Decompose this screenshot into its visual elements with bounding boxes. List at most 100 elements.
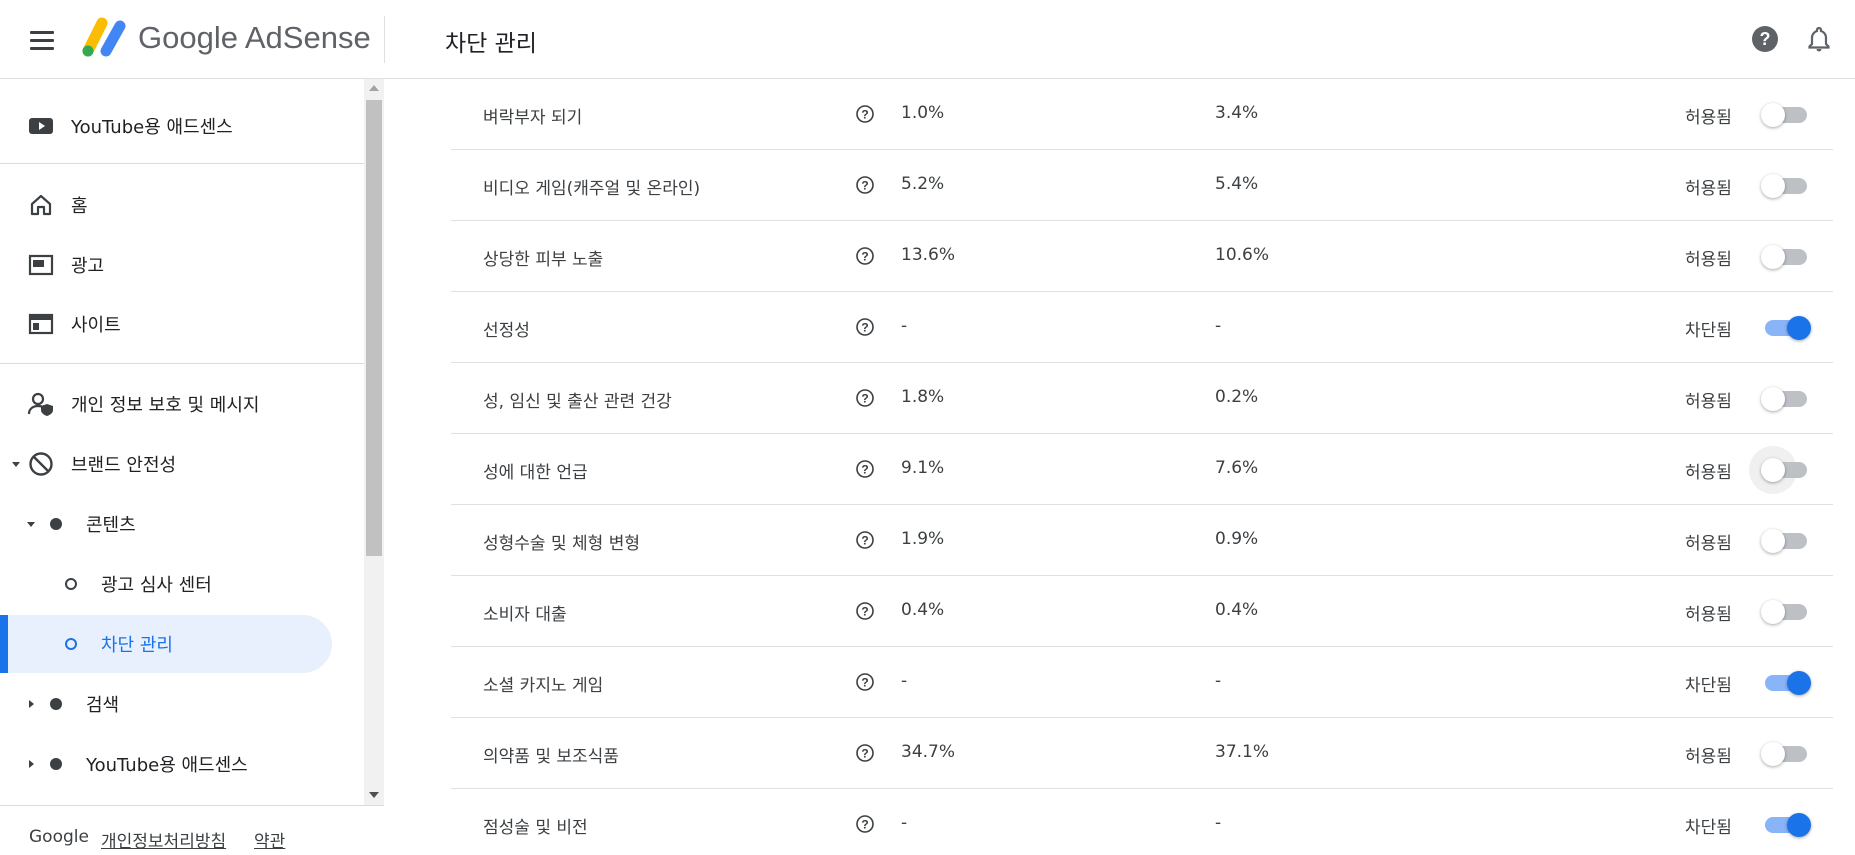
question-icon[interactable]: ? bbox=[855, 388, 875, 408]
scroll-down-arrow-icon[interactable] bbox=[369, 792, 379, 798]
allow-block-toggle[interactable] bbox=[1761, 162, 1811, 208]
sidebar-item-ad-review-center[interactable]: 광고 심사 센터 bbox=[0, 555, 332, 613]
svg-text:?: ? bbox=[861, 179, 868, 193]
sidebar: YouTube용 애드센스 홈 광고 사이트 개인 정보 보호 및 메시지 브랜… bbox=[0, 79, 384, 855]
top-app-bar: Google AdSense 차단 관리 ? bbox=[0, 0, 1855, 79]
sidebar-item-label: 광고 심사 센터 bbox=[101, 575, 212, 596]
value-1: - bbox=[901, 813, 908, 833]
value-1: - bbox=[901, 316, 908, 336]
sidebar-item-brand-safety[interactable]: 브랜드 안전성 bbox=[0, 435, 332, 493]
question-icon[interactable]: ? bbox=[855, 743, 875, 763]
category-name: 상당한 피부 노출 bbox=[483, 250, 604, 270]
caret-down-icon bbox=[12, 462, 20, 467]
sidebar-item-home[interactable]: 홈 bbox=[0, 176, 332, 234]
bell-icon[interactable] bbox=[1804, 24, 1834, 54]
table-row: 상당한 피부 노출 ? 13.6% 10.6% 허용됨 bbox=[451, 221, 1833, 292]
value-1: - bbox=[901, 671, 908, 691]
sidebar-divider bbox=[0, 163, 364, 164]
ads-icon bbox=[27, 251, 55, 279]
table-row: 성, 임신 및 출산 관련 건강 ? 1.8% 0.2% 허용됨 bbox=[451, 363, 1833, 434]
question-icon[interactable]: ? bbox=[855, 104, 875, 124]
category-name: 소비자 대출 bbox=[483, 605, 567, 625]
privacy-policy-link[interactable]: 개인정보처리방침 bbox=[101, 827, 226, 852]
caret-down-icon bbox=[27, 522, 35, 527]
question-icon[interactable]: ? bbox=[855, 814, 875, 834]
category-name: 벼락부자 되기 bbox=[483, 108, 583, 128]
page-title: 차단 관리 bbox=[445, 31, 537, 57]
help-icon[interactable]: ? bbox=[1750, 24, 1780, 54]
value-2: - bbox=[1215, 671, 1222, 691]
menu-icon-bar bbox=[30, 46, 54, 50]
header-divider bbox=[384, 16, 385, 63]
bullet-dot-icon bbox=[42, 510, 70, 538]
table-row: 소셜 카지노 게임 ? - - 차단됨 bbox=[451, 647, 1833, 718]
question-icon[interactable]: ? bbox=[855, 246, 875, 266]
value-2: 0.9% bbox=[1215, 529, 1259, 549]
allow-block-toggle[interactable] bbox=[1749, 446, 1811, 494]
sidebar-item-blocking-controls[interactable]: 차단 관리 bbox=[0, 615, 332, 673]
blocking-table: 벼락부자 되기 ? 1.0% 3.4% 허용됨 비디오 게임(캐주얼 및 온라인… bbox=[385, 79, 1855, 855]
bullet-ring-icon bbox=[57, 630, 85, 658]
sidebar-item-sites[interactable]: 사이트 bbox=[0, 295, 332, 353]
caret-right-icon bbox=[29, 760, 34, 768]
terms-link[interactable]: 약관 bbox=[254, 827, 285, 852]
sidebar-item-ads[interactable]: 광고 bbox=[0, 236, 332, 294]
category-name: 점성술 및 비전 bbox=[483, 818, 588, 838]
allow-block-toggle[interactable] bbox=[1761, 801, 1811, 847]
sidebar-item-privacy-messaging[interactable]: 개인 정보 보호 및 메시지 bbox=[0, 375, 332, 433]
allow-block-toggle[interactable] bbox=[1761, 91, 1811, 137]
allow-block-toggle[interactable] bbox=[1761, 304, 1811, 350]
category-name: 성, 임신 및 출산 관련 건강 bbox=[483, 392, 672, 412]
question-icon[interactable]: ? bbox=[855, 459, 875, 479]
bullet-dot-icon bbox=[42, 690, 70, 718]
category-name: 성에 대한 언급 bbox=[483, 463, 588, 483]
sidebar-item-search[interactable]: 검색 bbox=[0, 675, 332, 733]
value-1: 0.4% bbox=[901, 600, 945, 620]
svg-text:?: ? bbox=[861, 392, 868, 406]
menu-button[interactable] bbox=[24, 22, 60, 58]
status-label: 차단됨 bbox=[1685, 321, 1732, 341]
sidebar-item-youtube-adsense[interactable]: YouTube용 애드센스 bbox=[0, 735, 332, 793]
question-icon[interactable]: ? bbox=[855, 317, 875, 337]
svg-text:?: ? bbox=[861, 605, 868, 619]
sidebar-item-label: 홈 bbox=[71, 196, 88, 217]
value-2: 0.4% bbox=[1215, 600, 1259, 620]
value-2: - bbox=[1215, 316, 1222, 336]
value-1: 9.1% bbox=[901, 458, 945, 478]
question-icon[interactable]: ? bbox=[855, 175, 875, 195]
allow-block-toggle[interactable] bbox=[1761, 659, 1811, 705]
scrollbar-thumb[interactable] bbox=[366, 100, 382, 556]
status-label: 허용됨 bbox=[1685, 179, 1732, 199]
question-icon[interactable]: ? bbox=[855, 601, 875, 621]
allow-block-toggle[interactable] bbox=[1761, 730, 1811, 776]
table-row: 성형수술 및 체형 변형 ? 1.9% 0.9% 허용됨 bbox=[451, 505, 1833, 576]
table-row: 소비자 대출 ? 0.4% 0.4% 허용됨 bbox=[451, 576, 1833, 647]
value-1: 34.7% bbox=[901, 742, 956, 762]
value-2: - bbox=[1215, 813, 1222, 833]
svg-text:?: ? bbox=[861, 108, 868, 122]
sidebar-item-content[interactable]: 콘텐츠 bbox=[0, 495, 332, 553]
table-row: 비디오 게임(캐주얼 및 온라인) ? 5.2% 5.4% 허용됨 bbox=[451, 150, 1833, 221]
svg-text:?: ? bbox=[861, 534, 868, 548]
value-2: 0.2% bbox=[1215, 387, 1259, 407]
allow-block-toggle[interactable] bbox=[1761, 588, 1811, 634]
value-2: 37.1% bbox=[1215, 742, 1270, 762]
value-1: 1.9% bbox=[901, 529, 945, 549]
allow-block-toggle[interactable] bbox=[1761, 233, 1811, 279]
allow-block-toggle[interactable] bbox=[1761, 517, 1811, 563]
category-name: 성형수술 및 체형 변형 bbox=[483, 534, 640, 554]
bullet-ring-icon bbox=[57, 570, 85, 598]
allow-block-toggle[interactable] bbox=[1761, 375, 1811, 421]
active-indicator bbox=[0, 615, 8, 673]
sidebar-item-youtube[interactable]: YouTube용 애드센스 bbox=[0, 97, 332, 155]
adsense-logo-icon[interactable] bbox=[80, 16, 128, 58]
value-1: 1.8% bbox=[901, 387, 945, 407]
question-icon[interactable]: ? bbox=[855, 530, 875, 550]
sidebar-item-label: YouTube용 애드센스 bbox=[86, 755, 248, 776]
svg-text:?: ? bbox=[861, 747, 868, 761]
status-label: 차단됨 bbox=[1685, 676, 1732, 696]
scroll-up-arrow-icon[interactable] bbox=[369, 85, 379, 91]
question-icon[interactable]: ? bbox=[855, 672, 875, 692]
status-label: 허용됨 bbox=[1685, 108, 1732, 128]
status-label: 허용됨 bbox=[1685, 747, 1732, 767]
